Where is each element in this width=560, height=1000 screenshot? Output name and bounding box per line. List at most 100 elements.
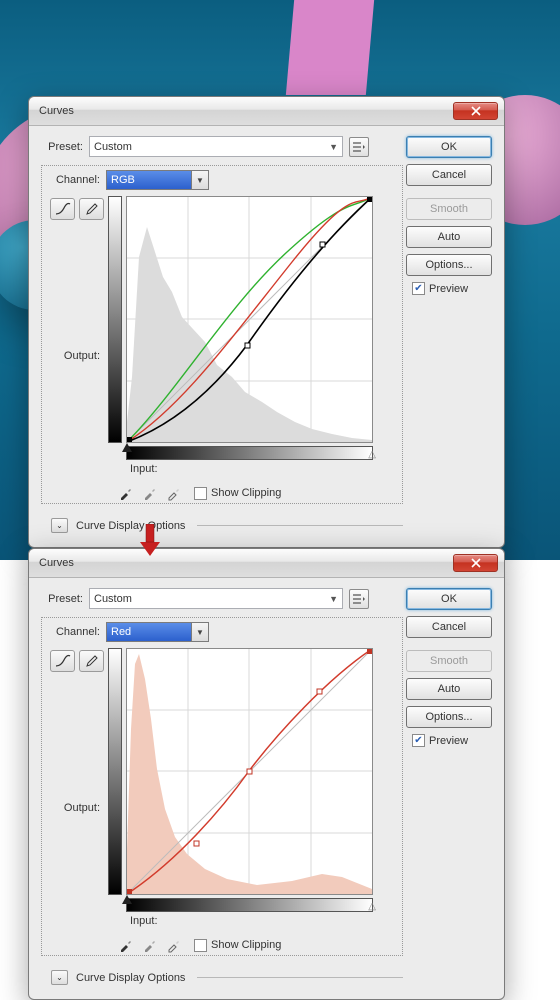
smooth-button: Smooth <box>406 198 492 220</box>
curve-icon <box>55 654 71 668</box>
close-button[interactable] <box>453 554 498 572</box>
channel-label: Channel: <box>48 174 100 186</box>
channel-value: Red <box>111 626 131 638</box>
curves-dialog-rgb: Curves Preset: Custom ▼ Channel: R <box>28 96 505 548</box>
chevron-down-icon: ⌄ <box>56 973 63 982</box>
chevron-down-icon: ▼ <box>191 171 208 189</box>
ok-label: OK <box>441 593 457 605</box>
white-eyedropper[interactable] <box>166 485 182 501</box>
eyedropper-icon <box>142 485 158 501</box>
output-gradient <box>108 648 122 895</box>
curves-chart-rgb[interactable] <box>126 196 373 443</box>
cancel-button[interactable]: Cancel <box>406 164 492 186</box>
curve-display-options-label: Curve Display Options <box>76 972 185 984</box>
curves-chart-red[interactable] <box>126 648 373 895</box>
channel-dropdown[interactable]: Red ▼ <box>106 622 209 642</box>
divider <box>197 977 403 978</box>
pencil-icon <box>85 202 99 216</box>
output-gradient <box>108 196 122 443</box>
output-label: Output: <box>48 802 100 814</box>
preview-checkbox[interactable]: ✔ <box>412 734 425 747</box>
preset-dropdown[interactable]: Custom ▼ <box>89 588 343 609</box>
eyedropper-icon <box>118 485 134 501</box>
input-label: Input: <box>130 915 373 927</box>
chevron-down-icon: ▼ <box>329 594 338 604</box>
chevron-down-icon: ▼ <box>329 142 338 152</box>
ok-button[interactable]: OK <box>406 136 492 158</box>
black-eyedropper[interactable] <box>118 485 134 501</box>
input-gradient[interactable]: △ <box>126 446 373 460</box>
curve-display-options-label: Curve Display Options <box>76 520 185 532</box>
output-label: Output: <box>48 350 100 362</box>
cancel-button[interactable]: Cancel <box>406 616 492 638</box>
show-clipping-checkbox[interactable] <box>194 939 207 952</box>
curve-tool-button[interactable] <box>50 650 75 672</box>
show-clipping-label: Show Clipping <box>211 939 281 951</box>
preset-dropdown[interactable]: Custom ▼ <box>89 136 343 157</box>
eyedropper-icon <box>166 485 182 501</box>
pencil-tool-button[interactable] <box>79 650 104 672</box>
eyedropper-icon <box>166 937 182 953</box>
black-point-slider[interactable] <box>122 443 132 453</box>
gray-eyedropper[interactable] <box>142 937 158 953</box>
ok-label: OK <box>441 141 457 153</box>
options-button[interactable]: Options... <box>406 706 492 728</box>
expand-options-button[interactable]: ⌄ <box>51 518 68 533</box>
white-point-slider[interactable]: △ <box>368 449 376 460</box>
channel-label: Channel: <box>48 626 100 638</box>
input-label: Input: <box>130 463 373 475</box>
divider <box>197 525 403 526</box>
ok-button[interactable]: OK <box>406 588 492 610</box>
input-gradient[interactable]: △ <box>126 898 373 912</box>
close-icon <box>471 558 481 568</box>
smooth-button: Smooth <box>406 650 492 672</box>
curves-dialog-red: Curves Preset: Custom ▼ Channel: R <box>28 548 505 1000</box>
preset-menu-button[interactable] <box>349 137 369 157</box>
white-eyedropper[interactable] <box>166 937 182 953</box>
titlebar[interactable]: Curves <box>29 549 504 578</box>
pencil-tool-button[interactable] <box>79 198 104 220</box>
black-point-slider[interactable] <box>122 895 132 905</box>
auto-label: Auto <box>438 231 461 243</box>
expand-options-button[interactable]: ⌄ <box>51 970 68 985</box>
options-button[interactable]: Options... <box>406 254 492 276</box>
gray-eyedropper[interactable] <box>142 485 158 501</box>
menu-icon <box>353 142 365 152</box>
preview-checkbox[interactable]: ✔ <box>412 282 425 295</box>
smooth-label: Smooth <box>430 203 468 215</box>
cancel-label: Cancel <box>432 621 466 633</box>
dialog-title: Curves <box>39 105 453 117</box>
show-clipping-checkbox[interactable] <box>194 487 207 500</box>
close-button[interactable] <box>453 102 498 120</box>
preset-label: Preset: <box>41 593 83 605</box>
preset-label: Preset: <box>41 141 83 153</box>
black-eyedropper[interactable] <box>118 937 134 953</box>
preset-value: Custom <box>94 593 132 605</box>
auto-label: Auto <box>438 683 461 695</box>
curve-tool-button[interactable] <box>50 198 75 220</box>
white-point-slider[interactable]: △ <box>368 901 376 912</box>
smooth-label: Smooth <box>430 655 468 667</box>
arrow-down-icon <box>138 524 162 561</box>
auto-button[interactable]: Auto <box>406 678 492 700</box>
preview-label: Preview <box>429 283 468 295</box>
channel-dropdown[interactable]: RGB ▼ <box>106 170 209 190</box>
show-clipping-label: Show Clipping <box>211 487 281 499</box>
options-label: Options... <box>425 711 472 723</box>
chevron-down-icon: ▼ <box>191 623 208 641</box>
channel-value: RGB <box>111 174 135 186</box>
titlebar[interactable]: Curves <box>29 97 504 126</box>
eyedropper-icon <box>118 937 134 953</box>
options-label: Options... <box>425 259 472 271</box>
preset-menu-button[interactable] <box>349 589 369 609</box>
pencil-icon <box>85 654 99 668</box>
menu-icon <box>353 594 365 604</box>
close-icon <box>471 106 481 116</box>
curve-icon <box>55 202 71 216</box>
dialog-title: Curves <box>39 557 453 569</box>
chevron-down-icon: ⌄ <box>56 521 63 530</box>
preview-label: Preview <box>429 735 468 747</box>
auto-button[interactable]: Auto <box>406 226 492 248</box>
cancel-label: Cancel <box>432 169 466 181</box>
preset-value: Custom <box>94 141 132 153</box>
